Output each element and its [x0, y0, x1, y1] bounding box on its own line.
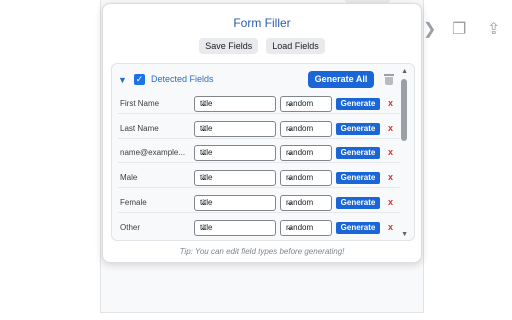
- generate-button[interactable]: Generate: [336, 222, 380, 234]
- caret-down-icon[interactable]: ▼: [118, 75, 127, 85]
- field-mode-select[interactable]: random ⌄: [280, 121, 332, 137]
- field-row: Female title ⌄ random ⌄ Generate x: [112, 193, 400, 213]
- popup-title: Form Filler: [233, 16, 291, 30]
- chevron-down-icon: ⌄: [200, 98, 208, 108]
- chevron-down-icon: ⌄: [286, 123, 294, 133]
- field-label: Female: [120, 198, 147, 207]
- generate-button[interactable]: Generate: [336, 98, 380, 110]
- forward-arrow-icon[interactable]: ❯: [423, 22, 436, 38]
- field-label: Male: [120, 173, 138, 182]
- delete-field-button[interactable]: x: [388, 123, 393, 133]
- delete-field-button[interactable]: x: [388, 222, 393, 232]
- chevron-down-icon: ⌄: [200, 222, 208, 232]
- copy-icon[interactable]: ❐: [452, 22, 466, 38]
- field-type-select[interactable]: title ⌄: [194, 96, 276, 112]
- chevron-down-icon: ⌄: [286, 172, 294, 182]
- row-divider: [118, 162, 400, 163]
- generate-all-button[interactable]: Generate All: [308, 71, 374, 88]
- chevron-down-icon: ⌄: [200, 172, 208, 182]
- checkbox-icon[interactable]: ✓: [134, 74, 145, 85]
- field-type-select[interactable]: title ⌄: [194, 121, 276, 137]
- field-mode-select[interactable]: random ⌄: [280, 96, 332, 112]
- delete-field-button[interactable]: x: [388, 147, 393, 157]
- chevron-down-icon: ⌄: [200, 147, 208, 157]
- row-divider: [118, 187, 400, 188]
- field-label: Other: [120, 223, 141, 232]
- chevron-down-icon: ⌄: [286, 197, 294, 207]
- field-label: Last Name: [120, 124, 159, 133]
- field-mode-select[interactable]: random ⌄: [280, 145, 332, 161]
- chevron-down-icon: ⌄: [200, 123, 208, 133]
- delete-field-button[interactable]: x: [388, 197, 393, 207]
- chevron-down-icon: ⌄: [286, 98, 294, 108]
- delete-field-button[interactable]: x: [388, 98, 393, 108]
- field-type-select[interactable]: title ⌄: [194, 170, 276, 186]
- field-row: name@example... title ⌄ random ⌄ Generate …: [112, 143, 400, 163]
- generate-button[interactable]: Generate: [336, 147, 380, 159]
- detected-fields-label: Detected Fields: [151, 74, 214, 84]
- share-icon[interactable]: ⇪: [487, 22, 500, 38]
- generate-button[interactable]: Generate: [336, 197, 380, 209]
- field-type-select[interactable]: title ⌄: [194, 220, 276, 236]
- row-divider: [118, 212, 400, 213]
- row-divider: [118, 113, 400, 114]
- detected-fields-panel: ▼ ✓ Detected Fields Generate All First N…: [111, 63, 415, 241]
- chevron-down-icon: ⌄: [286, 222, 294, 232]
- field-row: Other title ⌄ random ⌄ Generate x: [112, 218, 400, 238]
- load-fields-button[interactable]: Load Fields: [266, 38, 325, 54]
- tip-text: Tip: You can edit field types before gen…: [179, 247, 345, 256]
- field-row: Last Name title ⌄ random ⌄ Generate x: [112, 119, 400, 139]
- extension-popup: Form Filler Save Fields Load Fields ▼ ✓ …: [102, 3, 422, 263]
- chevron-down-icon: ⌄: [200, 197, 208, 207]
- delete-field-button[interactable]: x: [388, 172, 393, 182]
- field-type-select[interactable]: title ⌄: [194, 195, 276, 211]
- field-mode-select[interactable]: random ⌄: [280, 195, 332, 211]
- field-mode-select[interactable]: random ⌄: [280, 220, 332, 236]
- scroll-down-arrow-icon[interactable]: ▼: [401, 231, 408, 238]
- scrollbar-thumb[interactable]: [401, 79, 407, 141]
- field-row: Male title ⌄ random ⌄ Generate x: [112, 168, 400, 188]
- panel-header: ▼ ✓ Detected Fields Generate All: [118, 71, 394, 89]
- field-label: name@example...: [120, 148, 186, 157]
- field-mode-select[interactable]: random ⌄: [280, 170, 332, 186]
- scroll-up-arrow-icon[interactable]: ▲: [401, 68, 408, 75]
- top-button-group: Save Fields Load Fields: [103, 38, 421, 54]
- field-label: First Name: [120, 99, 160, 108]
- save-fields-button[interactable]: Save Fields: [199, 38, 259, 54]
- field-row: First Name title ⌄ random ⌄ Generate x: [112, 94, 400, 114]
- field-type-select[interactable]: title ⌄: [194, 145, 276, 161]
- trash-icon[interactable]: [384, 73, 394, 85]
- chevron-down-icon: ⌄: [286, 147, 294, 157]
- row-divider: [118, 138, 400, 139]
- generate-button[interactable]: Generate: [336, 123, 380, 135]
- generate-button[interactable]: Generate: [336, 172, 380, 184]
